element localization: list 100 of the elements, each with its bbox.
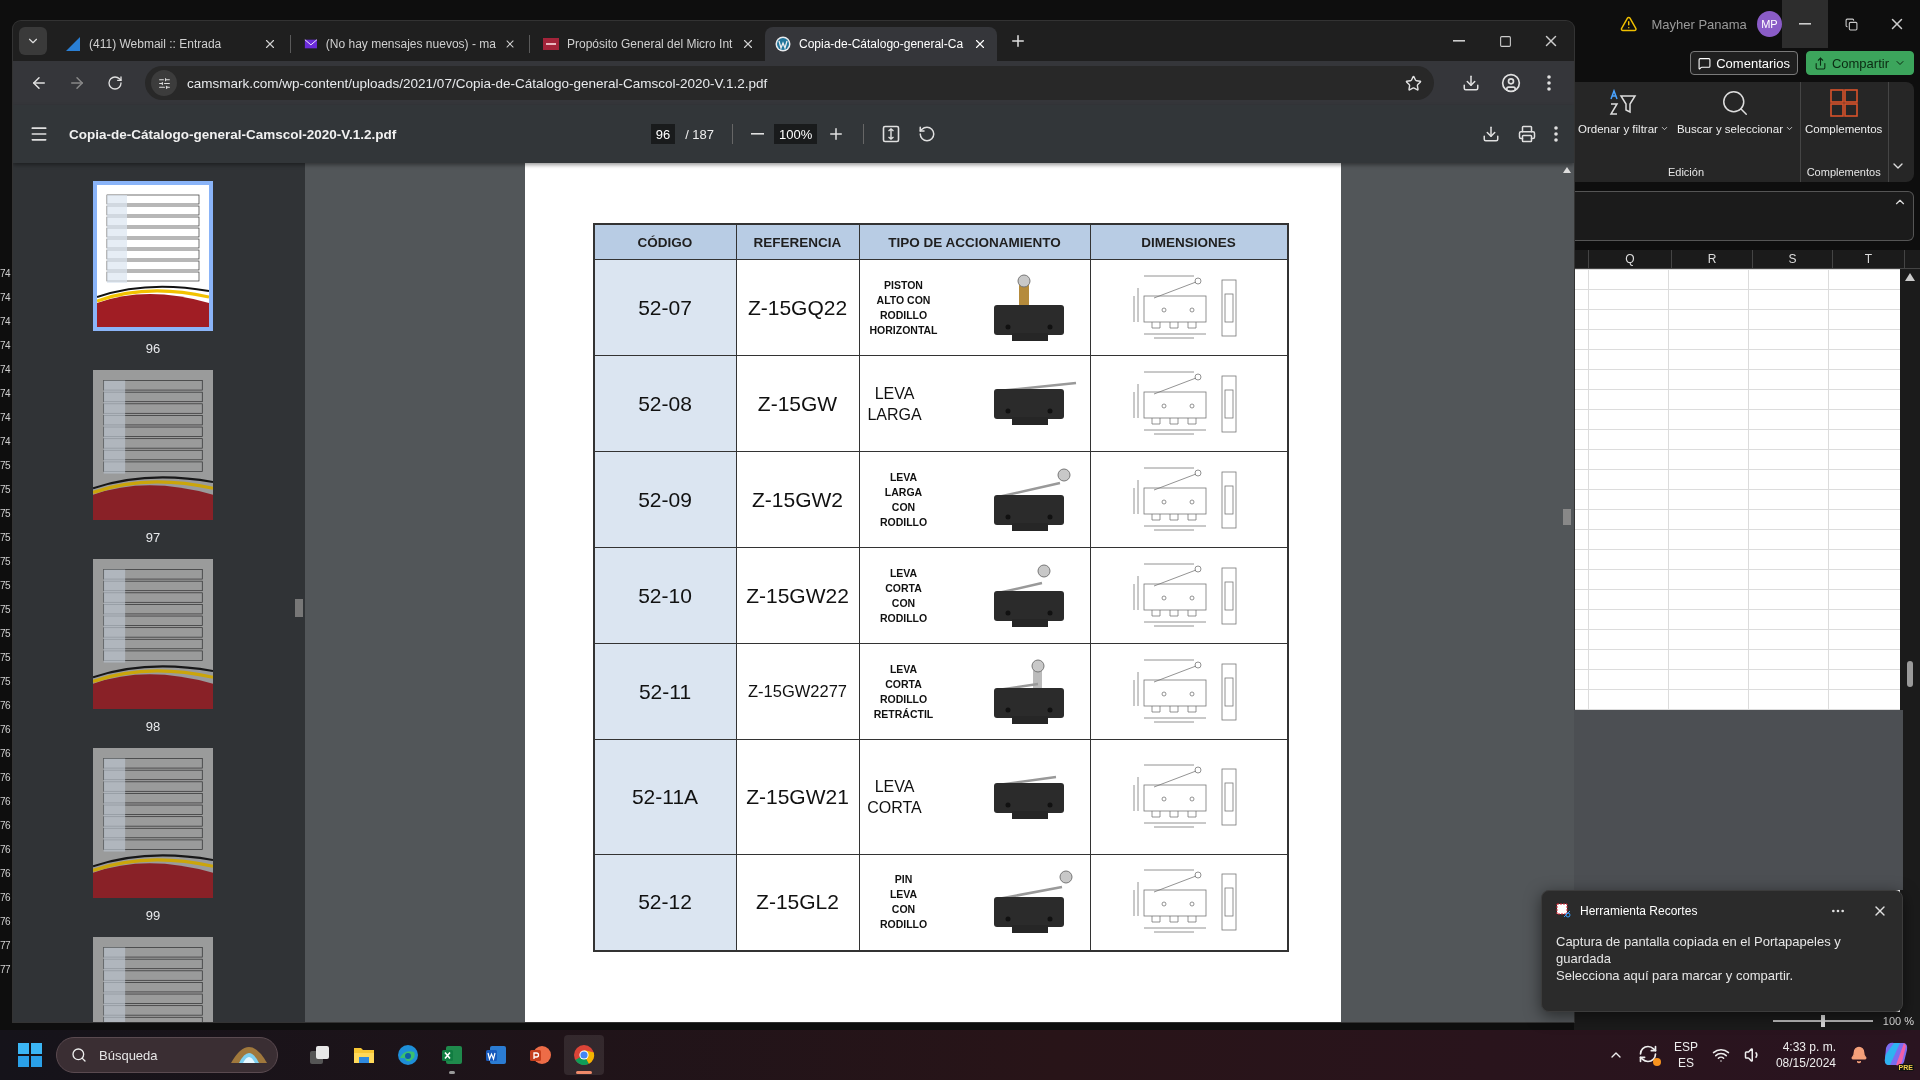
- browser-tab[interactable]: (No hay mensajes nuevos) - ma: [294, 27, 526, 61]
- table-cell: 52-07: [593, 259, 736, 356]
- more-options-button[interactable]: [1554, 125, 1558, 143]
- overlapping-squares-icon: [308, 1043, 332, 1067]
- scrollbar-thumb[interactable]: [1563, 509, 1571, 525]
- group-label: Edición: [1666, 166, 1706, 178]
- ribbon-button[interactable]: Ordenar y filtrar: [1578, 86, 1669, 166]
- clock[interactable]: 4:33 p. m. 08/15/2024: [1775, 1039, 1836, 1071]
- row-number: 74: [0, 387, 12, 401]
- browser-tab[interactable]: (411) Webmail :: Entrada: [55, 27, 287, 61]
- profile-icon: [1501, 73, 1521, 93]
- page-count: / 187: [685, 126, 715, 142]
- language-indicator[interactable]: ESP ES: [1673, 1039, 1698, 1071]
- triangle-icon: [65, 36, 81, 52]
- row-number: 76: [0, 819, 12, 833]
- row-number: 75: [0, 627, 12, 641]
- plus-icon: [1009, 32, 1027, 50]
- download-button[interactable]: [1482, 125, 1500, 143]
- page-thumbnail[interactable]: [93, 559, 213, 709]
- close-tab-icon[interactable]: [741, 37, 755, 51]
- column-header[interactable]: R: [1672, 250, 1753, 268]
- download-icon: [1482, 125, 1500, 143]
- user-name: Mayher Panama: [1651, 16, 1747, 32]
- bookmark-star-icon[interactable]: [1405, 74, 1422, 92]
- row-number: 76: [0, 867, 12, 881]
- snipping-tool-icon: [1556, 903, 1572, 919]
- switch-drawing: [993, 563, 1064, 628]
- search-icon: [71, 1047, 87, 1063]
- notification-message: Captura de pantalla copiada en el Portapapeles y guardada: [1556, 933, 1842, 967]
- page-thumbnail[interactable]: [93, 748, 213, 898]
- table-cell: Z-15GW21: [736, 739, 859, 855]
- table-cell: Z-15GQ22: [736, 259, 859, 356]
- browser-tab[interactable]: Propósito General del Micro Int: [533, 27, 765, 61]
- close-tab-icon[interactable]: [263, 37, 277, 51]
- table-cell: Z-15GW2277: [736, 643, 859, 740]
- column-header[interactable]: S: [1753, 250, 1833, 268]
- row-number: 76: [0, 771, 12, 785]
- page-thumbnail[interactable]: [93, 181, 213, 331]
- row-number: 74: [0, 267, 12, 281]
- notification-card[interactable]: Herramienta Recortes Captura de pantalla copiada en el Portapapeles y guardada Selecciona aquí para marcar y compartir.: [1541, 890, 1903, 1012]
- ribbon-button[interactable]: Buscar y seleccionar: [1676, 86, 1794, 166]
- notification-bell-icon[interactable]: [1850, 1046, 1868, 1064]
- new-tab-button[interactable]: [1009, 32, 1027, 50]
- user-avatar[interactable]: MP: [1756, 11, 1782, 37]
- table-cell: 52-09: [593, 451, 736, 548]
- scrollbar-thumb[interactable]: [295, 599, 303, 617]
- menu-button[interactable]: [29, 124, 49, 144]
- slider-thumb[interactable]: [1820, 1015, 1825, 1027]
- sidebar-scrollbar[interactable]: [293, 163, 305, 1022]
- column-header: DIMENSIONES: [1090, 224, 1288, 260]
- row-number: 74: [0, 315, 12, 329]
- scrollbar-thumb[interactable]: [1907, 661, 1913, 687]
- browser-wave-icon: [396, 1043, 420, 1067]
- row-number: 75: [0, 531, 12, 545]
- vertical-scrollbar[interactable]: [1900, 269, 1920, 1012]
- site-settings-button[interactable]: [151, 70, 177, 96]
- zoom-level: 100 %: [1882, 1015, 1914, 1027]
- search-field[interactable]: Búsqueda: [97, 1046, 219, 1064]
- column-header: REFERENCIA: [736, 224, 859, 260]
- actuation-text: PISTON ALTO CON RODILLO HORIZONTAL: [868, 277, 939, 338]
- row-number: 75: [0, 603, 12, 617]
- row-number: 76: [0, 843, 12, 857]
- row-number: 75: [0, 555, 12, 569]
- row-number: 76: [0, 891, 12, 905]
- actuation-text: LEVA CORTA RODILLO RETRÁCTIL: [872, 661, 935, 722]
- close-tab-icon[interactable]: [973, 37, 987, 51]
- column-header[interactable]: Q: [1589, 250, 1672, 268]
- page-thumbnail[interactable]: [93, 370, 213, 520]
- sync-icon[interactable]: [1637, 1044, 1660, 1066]
- actuation-text: LEVA CORTA: [866, 777, 923, 818]
- column-header: TIPO DE ACCIONAMIENTO: [859, 224, 1090, 260]
- switch-drawing: [993, 658, 1064, 725]
- column-header: CÓDIGO: [593, 224, 736, 260]
- search-bar[interactable]: Búsqueda: [56, 1037, 278, 1073]
- wifi-icon[interactable]: [1711, 1046, 1730, 1064]
- rotate-icon: [918, 125, 937, 143]
- page-number-field[interactable]: 96: [650, 124, 676, 144]
- start-button[interactable]: [18, 1043, 42, 1067]
- maximize-icon: [1498, 34, 1512, 48]
- ribbon-button[interactable]: Complementos: [1805, 86, 1883, 166]
- address-bar[interactable]: camsmark.com/wp-content/uploads/2021/07/Copia-de-Cátalogo-general-Camscol-2020-V.1.2.pdf: [145, 66, 1434, 100]
- circle-logo-icon: [775, 36, 791, 52]
- printer-icon: [1518, 125, 1536, 143]
- browser-tab[interactable]: Copia-de-Cátalogo-general-Ca: [765, 27, 997, 61]
- share-button[interactable]: Compartir: [1805, 51, 1914, 75]
- taskbar-app[interactable]: [564, 1035, 604, 1075]
- column-header[interactable]: T: [1833, 250, 1905, 268]
- row-number: 74: [0, 291, 12, 305]
- fit-page-icon[interactable]: [882, 125, 901, 143]
- rotate-button[interactable]: [918, 125, 937, 143]
- zoom-field[interactable]: 100%: [774, 124, 818, 144]
- print-button[interactable]: [1518, 125, 1536, 143]
- comment-icon: [1698, 56, 1712, 70]
- table-cell: Z-15GW22: [736, 547, 859, 644]
- comments-button[interactable]: Comentarios: [1690, 51, 1798, 75]
- actuation-text: LEVA CORTA CON RODILLO: [878, 565, 929, 626]
- sort-filter-icon: [1608, 88, 1639, 118]
- table-cell: Z-15GL2: [736, 854, 859, 951]
- tab-list-button[interactable]: [19, 27, 47, 55]
- switch-drawing: [993, 774, 1064, 820]
